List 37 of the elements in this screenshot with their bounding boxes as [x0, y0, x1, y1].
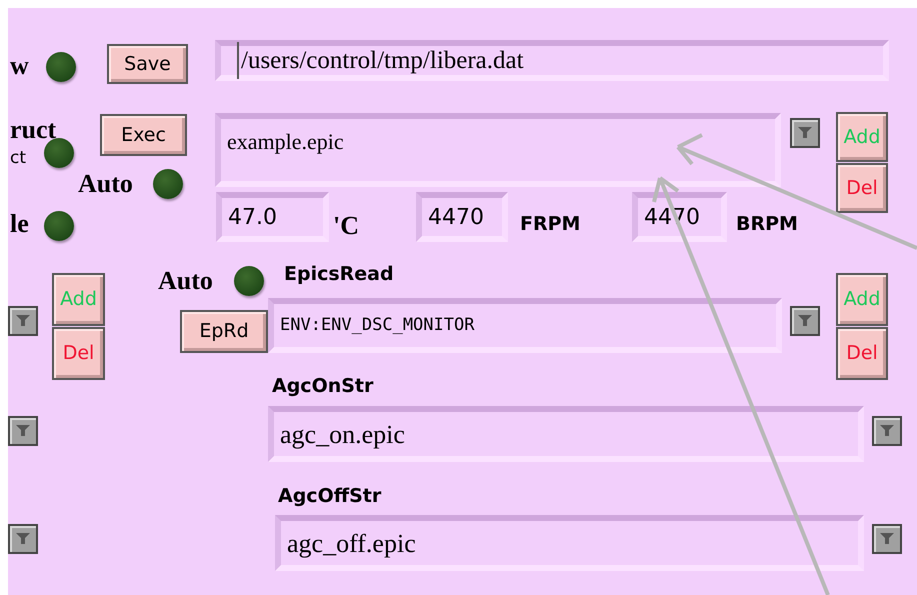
input-field[interactable]: ENV:ENV_DSC_MONITOR [268, 298, 782, 353]
action-button[interactable]: Save [107, 44, 188, 84]
input-field[interactable]: agc_off.epic [275, 515, 864, 571]
field-label: FRPM [520, 212, 580, 236]
dropdown-button[interactable] [790, 306, 820, 336]
dropdown-button[interactable] [872, 416, 902, 446]
dropdown-button[interactable] [8, 524, 38, 554]
input-field[interactable]: 4470 [416, 192, 508, 242]
field-label: Auto [78, 168, 133, 200]
input-field[interactable]: agc_on.epic [268, 406, 864, 462]
field-label: EpicsRead [284, 262, 394, 286]
input-field[interactable]: 47.0 [216, 192, 329, 242]
field-label: le [10, 208, 29, 240]
funnel-icon [16, 315, 30, 327]
field-label: 'C [333, 210, 359, 242]
field-label: w [10, 50, 29, 82]
field-label: AgcOnStr [272, 374, 374, 398]
funnel-icon [880, 425, 894, 437]
funnel-icon [16, 425, 30, 437]
dropdown-button[interactable] [790, 118, 820, 148]
dropdown-button[interactable] [8, 306, 38, 336]
input-field[interactable]: /users/control/tmp/libera.dat [215, 40, 889, 81]
field-label: ruct [10, 114, 56, 146]
funnel-icon [798, 127, 812, 139]
text-area[interactable]: example.epic [215, 113, 781, 187]
funnel-icon [880, 533, 894, 545]
funnel-icon [798, 315, 812, 327]
dropdown-button[interactable] [872, 524, 902, 554]
field-label: ct [10, 148, 26, 168]
action-button[interactable]: Exec [100, 114, 187, 156]
input-field[interactable]: 4470 [632, 192, 727, 242]
field-label: Auto [158, 265, 213, 297]
action-button[interactable]: EpRd [180, 310, 268, 353]
dropdown-button[interactable] [8, 416, 38, 446]
field-label: BRPM [736, 212, 798, 236]
field-label: AgcOffStr [278, 484, 382, 508]
funnel-icon [16, 533, 30, 545]
